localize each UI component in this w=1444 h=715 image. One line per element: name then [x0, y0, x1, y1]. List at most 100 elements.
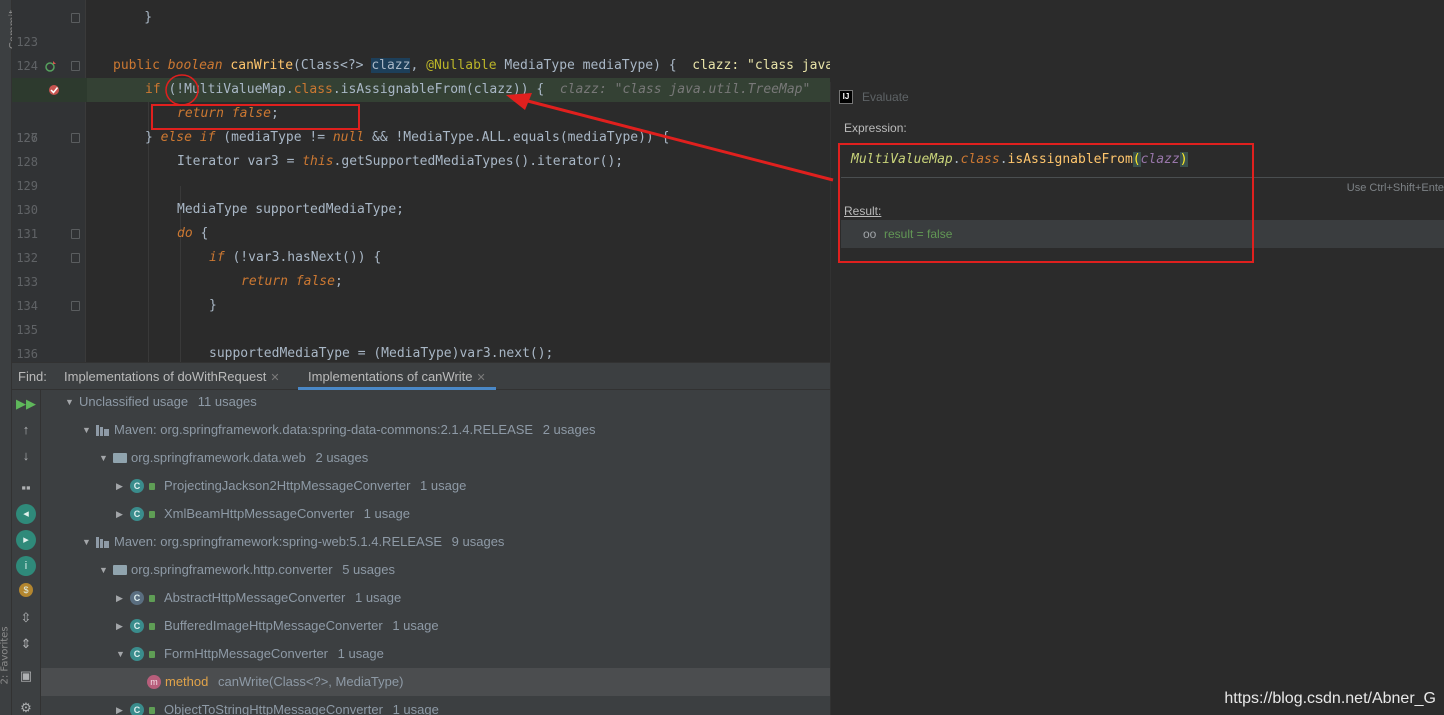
fold-marker[interactable]	[71, 13, 80, 23]
access-icon	[149, 707, 155, 714]
tree-row-label: XmlBeamHttpMessageConverter 1 usage	[164, 506, 410, 521]
fold-marker[interactable]	[71, 229, 80, 239]
rerun-icon[interactable]: ▶▶	[16, 394, 36, 414]
tree-row[interactable]: ▼ C FormHttpMessageConverter 1 usage	[41, 640, 830, 668]
code-text: return false;	[241, 274, 343, 289]
abstract-class-icon: C	[130, 591, 144, 605]
expand-arrow-icon[interactable]: ▼	[82, 416, 91, 444]
class-icon: C	[130, 703, 144, 715]
group-by-icon[interactable]: ▪▪	[16, 478, 36, 498]
tree-row-label: ObjectToStringHttpMessageConverter 1 usa…	[164, 702, 439, 715]
code-text: if (!var3.hasNext()) {	[209, 250, 382, 265]
watermark: https://blog.csdn.net/Abner_G	[1224, 690, 1436, 707]
evaluate-dialog: IJ Evaluate Expression: MultiValueMap.cl…	[830, 82, 1444, 715]
expand-arrow-icon[interactable]: ▼	[82, 528, 91, 556]
left-tool-stripe: Commit 2: Favorites	[0, 0, 19, 715]
result-label: Result:	[844, 204, 882, 218]
fold-marker[interactable]	[71, 61, 80, 71]
close-icon[interactable]: ✕	[477, 372, 486, 384]
package-icon	[113, 565, 127, 575]
info-icon[interactable]: i	[16, 556, 36, 576]
tree-row[interactable]: ▼ Maven: org.springframework.data:spring…	[41, 416, 830, 444]
expand-arrow-icon[interactable]: ▼	[116, 640, 125, 668]
access-icon	[149, 511, 155, 518]
implements-method-icon[interactable]	[45, 60, 57, 72]
inline-debug-values: clazz: "class java.util.TreeMap" mediaTy…	[692, 58, 830, 73]
collapsed-arrow-icon[interactable]: ▶	[116, 696, 123, 715]
access-icon	[149, 595, 155, 602]
expression-input[interactable]: MultiValueMap.class.isAssignableFrom(cla…	[841, 146, 1444, 178]
code-line-126-execution-point: 126 if (!MultiValueMap.class.isAssignabl…	[12, 78, 830, 145]
expand-arrow-icon[interactable]: ▼	[65, 390, 74, 416]
access-icon	[149, 483, 155, 490]
code-text: supportedMediaType = (MediaType)var3.nex…	[209, 346, 554, 361]
library-icon	[96, 537, 109, 548]
tree-row-label: Maven: org.springframework.data:spring-d…	[114, 422, 596, 437]
fold-marker[interactable]	[71, 253, 80, 263]
tree-row[interactable]: ▶ C ProjectingJackson2HttpMessageConvert…	[41, 472, 830, 500]
collapsed-arrow-icon[interactable]: ▶	[116, 612, 123, 640]
code-text: }	[209, 298, 217, 313]
tree-row[interactable]: ▼ Maven: org.springframework:spring-web:…	[41, 528, 830, 556]
code-editor[interactable]: 123 } 124 125 public boolean canWrite(Cl…	[12, 0, 830, 362]
watch-glasses-icon: oo	[863, 227, 877, 241]
access-icon	[149, 651, 155, 658]
collapse-all-icon[interactable]: ⇕	[16, 634, 36, 654]
tab-implementations-canwrite[interactable]: Implementations of canWrite ✕	[298, 363, 496, 390]
code-line-124: 124	[12, 30, 830, 73]
previous-occurrence-icon[interactable]: ↑	[16, 420, 36, 440]
tree-row[interactable]: ▼ Unclassified usage 11 usages	[41, 390, 830, 416]
tree-row-label: FormHttpMessageConverter 1 usage	[164, 646, 384, 661]
breakpoint-icon[interactable]	[48, 84, 60, 96]
intellij-logo-icon: IJ	[839, 90, 853, 104]
class-icon: C	[130, 647, 144, 661]
code-text: }	[113, 10, 153, 25]
tree-row-label: method canWrite(Class<?>, MediaType)	[165, 674, 404, 689]
collapsed-arrow-icon[interactable]: ▶	[116, 500, 123, 528]
tree-row[interactable]: ▼ org.springframework.data.web 2 usages	[41, 444, 830, 472]
close-icon[interactable]: ✕	[270, 372, 279, 384]
code-line-127: 127 return false;	[12, 102, 830, 145]
code-line-136: 136	[12, 318, 830, 361]
library-icon	[96, 425, 109, 436]
tab-implementations-dowithrequest[interactable]: Implementations of doWithRequest ✕	[54, 363, 290, 390]
class-icon: C	[130, 479, 144, 493]
preview-icon[interactable]: ▣	[16, 666, 36, 686]
navigate-back-icon[interactable]: ◂	[16, 504, 36, 524]
next-occurrence-icon[interactable]: ↓	[16, 446, 36, 466]
tree-row-method-selected[interactable]: m method canWrite(Class<?>, MediaType)	[41, 668, 830, 696]
expand-arrow-icon[interactable]: ▼	[99, 444, 108, 472]
expand-all-icon[interactable]: ⇳	[16, 608, 36, 628]
collapsed-arrow-icon[interactable]: ▶	[116, 472, 123, 500]
tab-label: Implementations of doWithRequest	[64, 369, 267, 384]
tree-row-label: org.springframework.data.web 2 usages	[131, 450, 369, 465]
tree-row-label: Unclassified usage 11 usages	[79, 394, 257, 409]
tree-row[interactable]: ▼ org.springframework.http.converter 5 u…	[41, 556, 830, 584]
tree-row[interactable]: ▶ C BufferedImageHttpMessageConverter 1 …	[41, 612, 830, 640]
dollar-icon[interactable]: $	[19, 583, 33, 597]
code-line-125: 125 public boolean canWrite(Class<?> cla…	[12, 54, 830, 97]
code-line-132: 132 do {	[12, 222, 830, 265]
settings-icon[interactable]: ⚙	[16, 698, 36, 715]
fold-marker[interactable]	[71, 301, 80, 311]
access-icon	[149, 623, 155, 630]
collapsed-arrow-icon[interactable]: ▶	[116, 584, 123, 612]
favorites-stripe-label[interactable]: 2: Favorites	[0, 626, 11, 684]
evaluate-title: Evaluate	[862, 90, 909, 104]
fold-marker[interactable]	[71, 133, 80, 143]
result-tree-row[interactable]: oo result = false	[841, 220, 1444, 248]
evaluate-title-bar[interactable]: IJ Evaluate	[831, 82, 1444, 112]
navigate-forward-icon[interactable]: ▸	[16, 530, 36, 550]
code-text: do {	[177, 226, 209, 241]
code-line-133: 133 if (!var3.hasNext()) {	[12, 246, 830, 289]
expand-arrow-icon[interactable]: ▼	[99, 556, 108, 584]
tree-row[interactable]: ▶ C XmlBeamHttpMessageConverter 1 usage	[41, 500, 830, 528]
tree-row[interactable]: ▶ C ObjectToStringHttpMessageConverter 1…	[41, 696, 830, 715]
find-tool-window-header: Find: Implementations of doWithRequest ✕ …	[12, 362, 830, 390]
tree-row[interactable]: ▶ C AbstractHttpMessageConverter 1 usage	[41, 584, 830, 612]
code-line-131: 131 MediaType supportedMediaType;	[12, 198, 830, 241]
code-line-135: 135 }	[12, 294, 830, 337]
code-line-128: 128 } else if (mediaType != null && !Med…	[12, 126, 830, 169]
code-text: Iterator var3 = this.getSupportedMediaTy…	[177, 154, 624, 169]
usages-tree[interactable]: ▼ Unclassified usage 11 usages ▼ Maven: …	[41, 390, 830, 715]
